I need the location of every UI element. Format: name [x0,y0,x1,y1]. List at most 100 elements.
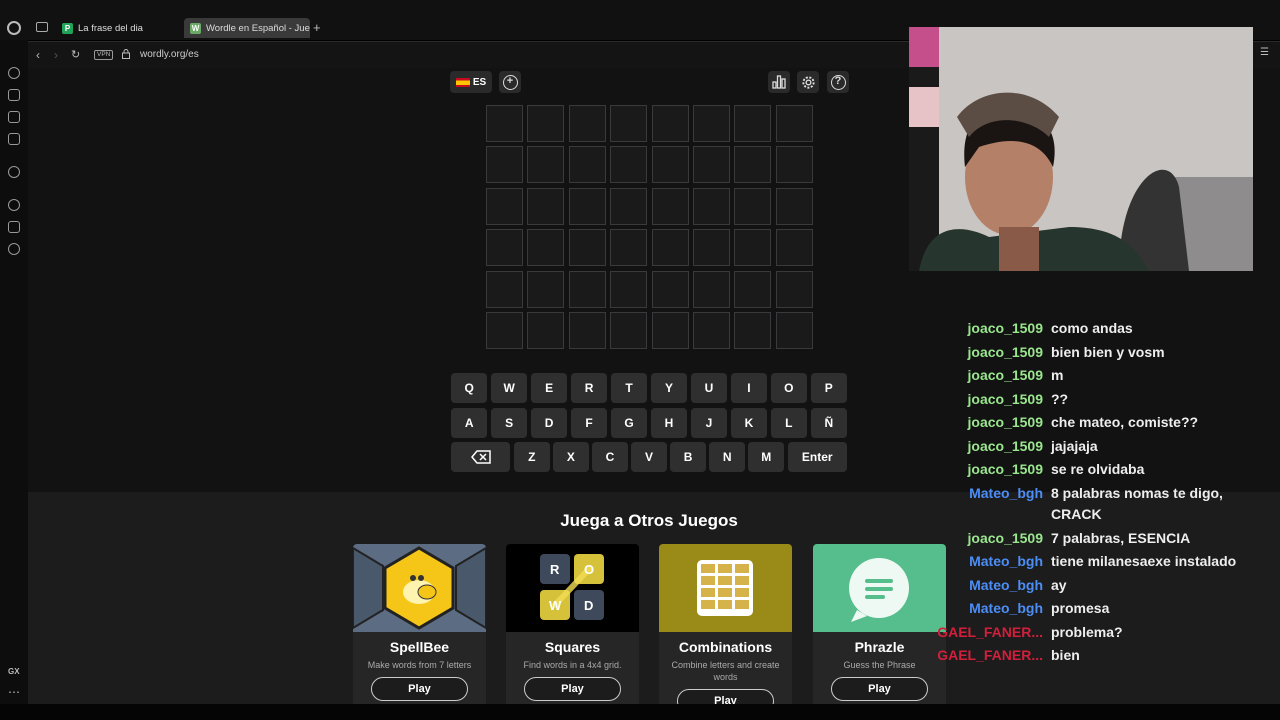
key[interactable]: T [610,373,648,403]
key[interactable]: E [530,373,568,403]
board-cell [610,229,648,267]
chat-username[interactable]: GAEL_FANER... [928,645,1051,667]
key[interactable]: I [730,373,768,403]
game-card-squares[interactable]: R O W D Squares Find words in a 4x4 grid… [506,544,639,704]
board-cell [610,187,648,225]
chat-username[interactable]: joaco_1509 [928,412,1051,434]
key[interactable]: A [451,407,488,438]
chat-username[interactable]: joaco_1509 [928,318,1051,340]
aria-icon[interactable] [8,67,20,79]
tab-favicon-icon: W [190,22,201,34]
new-tab-button[interactable]: + [313,20,321,35]
streamer-webcam-image [909,27,1253,271]
history-icon[interactable] [8,199,20,211]
key[interactable]: Q [451,373,488,403]
key[interactable]: X [553,442,589,472]
board-cell [527,146,565,184]
key[interactable]: H [650,407,688,438]
backspace-key[interactable] [451,442,511,472]
chat-username[interactable]: Mateo_bgh [928,575,1051,597]
tab-la-frase[interactable]: P La frase del dia [56,18,180,38]
settings-icon[interactable] [8,243,20,255]
key[interactable]: V [631,442,667,472]
chat-message: joaco_1509 se re olvidaba [928,459,1258,481]
language-selector[interactable]: ES [450,71,492,93]
board-cell [775,270,813,308]
chatgpt-icon[interactable] [8,166,20,178]
opera-logo-icon[interactable] [7,21,21,35]
key[interactable]: L [770,407,808,438]
key[interactable]: B [670,442,706,472]
extensions-icon[interactable] [8,221,20,233]
key[interactable]: F [570,407,608,438]
reload-icon[interactable]: ↻ [71,48,80,61]
key[interactable]: S [490,407,528,438]
back-icon[interactable]: ‹ [36,48,40,62]
tab-wordle-active[interactable]: W Wordle en Español - Juego [184,18,310,38]
enter-key[interactable]: Enter [787,442,847,472]
more-icon[interactable]: ⋯ [8,685,20,699]
card-title: Phrazle [854,639,905,655]
play-button[interactable]: Play [524,677,621,701]
board-cell [610,146,648,184]
add-letters-button[interactable]: + [499,71,521,93]
chat-username[interactable]: joaco_1509 [928,389,1051,411]
forward-icon[interactable]: › [54,48,58,62]
squares-image: R O W D [506,544,639,632]
key[interactable]: Z [513,442,550,472]
chat-username[interactable]: GAEL_FANER... [928,622,1051,644]
chat-username[interactable]: joaco_1509 [928,459,1051,481]
backspace-icon [470,450,491,464]
key[interactable]: W [490,373,528,403]
chat-username[interactable]: joaco_1509 [928,365,1051,387]
key[interactable]: P [810,373,848,403]
chat-username[interactable]: joaco_1509 [928,342,1051,364]
chat-message: joaco_1509 m [928,365,1258,387]
board-cell [692,270,730,308]
chat-username[interactable]: Mateo_bgh [928,483,1051,526]
gear-icon [801,75,815,89]
key[interactable]: K [730,407,768,438]
chat-message: Mateo_bgh tiene milanesaexe instalado [928,551,1258,573]
chat-username[interactable]: joaco_1509 [928,528,1051,550]
url-field[interactable]: wordly.org/es [140,49,199,60]
key[interactable]: R [570,373,608,403]
chat-username[interactable]: Mateo_bgh [928,551,1051,573]
key[interactable]: Y [650,373,688,403]
stats-button[interactable] [768,71,790,93]
board-cell [610,311,648,349]
game-card-spellbee[interactable]: SpellBee Make words from 7 letters Play [353,544,486,704]
player-icon[interactable] [8,111,20,123]
key[interactable]: M [748,442,785,472]
play-button[interactable]: Play [831,677,928,701]
messenger-icon[interactable] [8,133,20,145]
gx-label[interactable]: GX [8,667,20,676]
key[interactable]: Ñ [810,407,848,438]
key[interactable]: N [709,442,745,472]
settings-button[interactable] [797,71,819,93]
key[interactable]: C [592,442,628,472]
key[interactable]: G [610,407,648,438]
card-title: Combinations [678,639,773,655]
chat-username[interactable]: Mateo_bgh [928,598,1051,620]
card-title: Squares [544,639,601,655]
key[interactable]: J [690,407,728,438]
chat-message: joaco_1509 7 palabras, ESENCIA [928,528,1258,550]
key[interactable]: U [690,373,728,403]
chat-message: joaco_1509 che mateo, comiste?? [928,412,1258,434]
chat-text: promesa [1051,600,1110,616]
key[interactable]: D [530,407,568,438]
easy-setup-icon[interactable]: ☰ [1260,47,1269,58]
shop-icon[interactable] [8,89,20,101]
vpn-badge[interactable]: VPN [94,50,114,60]
play-button[interactable]: Play [371,677,468,701]
help-button[interactable]: ? [827,71,849,93]
play-button[interactable]: Play [677,689,774,704]
chat-username[interactable]: joaco_1509 [928,436,1051,458]
game-card-combinations[interactable]: Combinations Combine letters and create … [659,544,792,704]
key[interactable]: O [770,373,808,403]
game-card-phrazle[interactable]: Phrazle Guess the Phrase Play [813,544,946,704]
lock-icon [122,49,130,59]
tab-switcher-icon[interactable] [36,22,48,32]
webcam-overlay [909,27,1253,271]
